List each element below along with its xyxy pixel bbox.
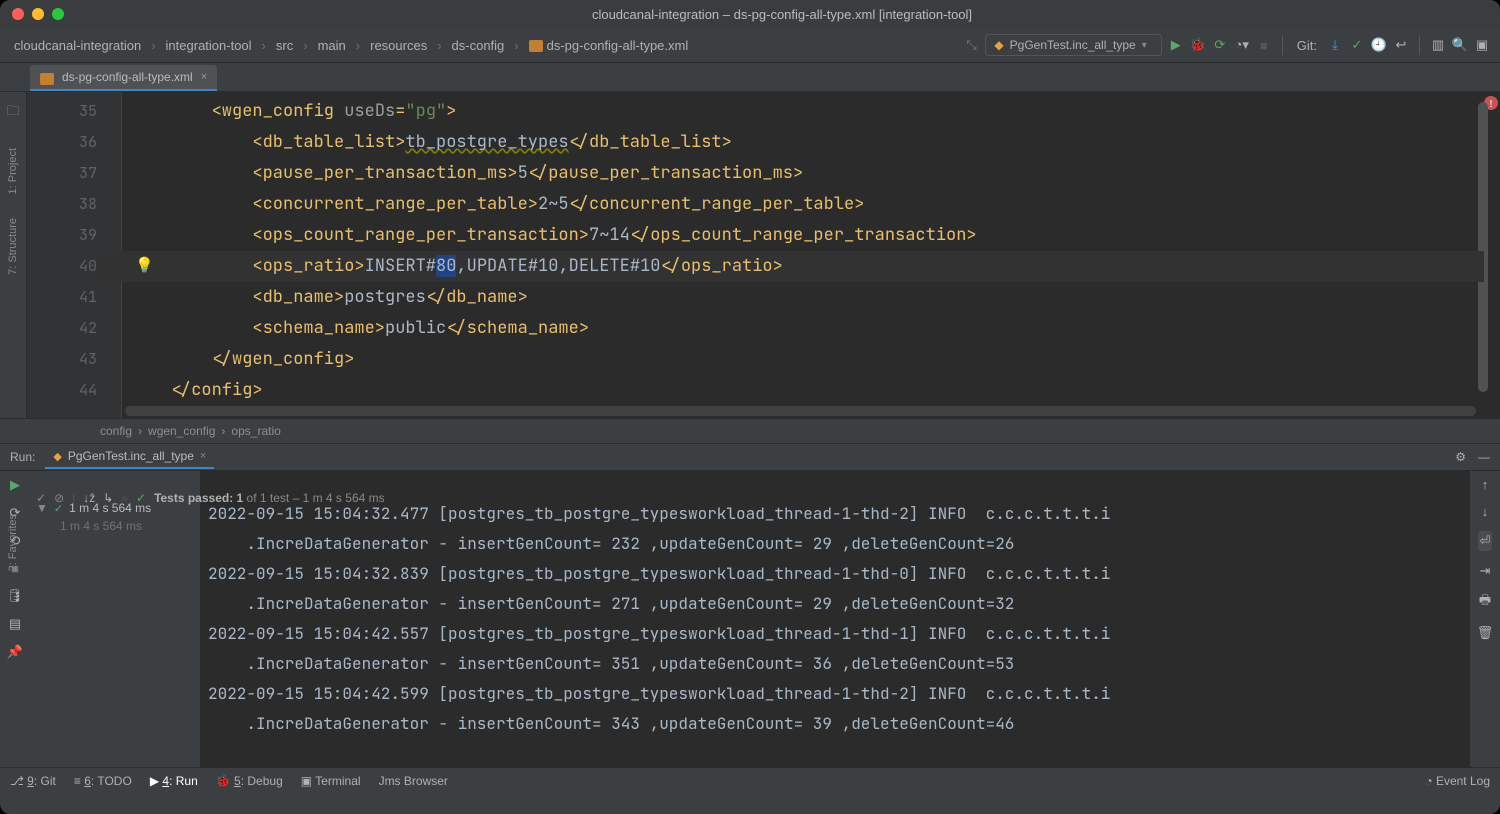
structure-crumb[interactable]: wgen_config (148, 424, 215, 438)
sort-icon[interactable]: ↓ẑ (83, 491, 95, 505)
stop-button[interactable]: ■ (1256, 37, 1272, 53)
soft-wrap-icon[interactable]: ⏎ (1478, 531, 1493, 551)
editor-area: 🗀 1: Project 7: Structure ! 353637383940… (0, 92, 1500, 418)
editor-tab[interactable]: ds-pg-config-all-type.xml × (30, 65, 217, 91)
test-toolbar: ✓ ⊘ | ↓ẑ ↳ » ✓ Tests passed: 1 of 1 test… (32, 485, 1236, 511)
vcs-revert-icon[interactable]: ↩ (1393, 37, 1409, 53)
run-toolwindow-header: Run: ◆ PgGenTest.inc_all_type × ⚙ — (0, 443, 1500, 470)
hammer-build-icon[interactable]: ⤡ (963, 37, 979, 53)
test-child-row[interactable]: 1 m 4 s 564 ms (30, 517, 200, 535)
debug-button[interactable]: 🐞 (1190, 37, 1206, 53)
test-tree[interactable]: ✓ ⊘ | ↓ẑ ↳ » ✓ Tests passed: 1 of 1 test… (30, 471, 200, 767)
run-settings-icon[interactable]: ⚙ (1455, 450, 1466, 464)
status-debug-button[interactable]: 🐞 5: Debug (216, 774, 283, 788)
test-icon: ◆ (994, 38, 1003, 52)
close-tab-icon[interactable]: × (197, 71, 207, 83)
print-icon[interactable]: 🖶 (1479, 591, 1491, 613)
structure-crumb[interactable]: ops_ratio (231, 424, 280, 438)
close-window-button[interactable] (12, 8, 24, 20)
run-toolwindow: ▶ ⟳ ⟲ ■ 🛢 ▤ 📌 ✓ ⊘ | ↓ẑ ↳ » ✓ Tests passe… (0, 470, 1500, 767)
main-toolbar: cloudcanal-integration › integration-tool… (0, 28, 1500, 63)
zoom-window-button[interactable] (52, 8, 64, 20)
settings-icon[interactable]: ▣ (1474, 37, 1490, 53)
status-todo-button[interactable]: ≡ 6: TODO (74, 774, 132, 788)
window-controls (12, 8, 64, 20)
test-icon: ◆ (53, 450, 61, 463)
run-configuration-label: PgGenTest.inc_all_type (1010, 38, 1136, 52)
code-content[interactable]: <wgen_config useDs="pg"> <db_table_list>… (122, 92, 1500, 418)
close-run-tab-icon[interactable]: × (200, 450, 206, 462)
search-everywhere-icon[interactable]: 🔍 (1452, 37, 1468, 53)
run-right-iconbar: ↑ ↓ ⏎ ⇥ 🖶 🗑 (1470, 471, 1500, 767)
vcs-history-icon[interactable]: 🕘 (1371, 37, 1387, 53)
coverage-button[interactable]: ⟳ (1212, 37, 1228, 53)
folder-icon[interactable]: 🗀 (6, 102, 19, 124)
breadcrumb-item[interactable]: integration-tool (162, 38, 256, 53)
intention-bulb-icon[interactable]: 💡 (135, 255, 154, 275)
breadcrumb-sep: › (149, 38, 157, 53)
vcs-commit-icon[interactable]: ✓ (1349, 37, 1365, 53)
run-tab-label: PgGenTest.inc_all_type (68, 449, 194, 463)
editor-tab-label: ds-pg-config-all-type.xml (62, 70, 193, 84)
breadcrumb-file[interactable]: ds-pg-config-all-type.xml (525, 38, 693, 53)
breadcrumb-item[interactable]: resources (366, 38, 431, 53)
tests-passed-check-icon: ✓ (136, 491, 146, 505)
xml-file-icon (40, 73, 54, 85)
scroll-up-icon[interactable]: ↑ (1482, 477, 1489, 492)
show-ignored-icon[interactable]: ⊘ (54, 491, 64, 505)
titlebar: cloudcanal-integration – ds-pg-config-al… (0, 0, 1500, 28)
event-log-button[interactable]: ◔ Event Log (1425, 774, 1490, 788)
xml-file-icon (529, 40, 543, 52)
status-run-button[interactable]: ▶ 4: Run (150, 774, 198, 788)
toolbox-icon[interactable]: ▥ (1430, 37, 1446, 53)
minimize-window-button[interactable] (32, 8, 44, 20)
left-tool-rail: 🗀 1: Project 7: Structure (0, 92, 27, 418)
breadcrumb-item[interactable]: src (272, 38, 297, 53)
show-passed-icon[interactable]: ✓ (36, 491, 46, 505)
rerun-button[interactable]: ▶ (10, 477, 20, 493)
run-label: Run: (10, 450, 35, 464)
run-configuration-dropdown[interactable]: ◆ PgGenTest.inc_all_type (985, 34, 1161, 56)
code-editor[interactable]: ! 35363738394041424344 <wgen_config useD… (27, 92, 1500, 418)
breadcrumb-item[interactable]: cloudcanal-integration (10, 38, 145, 53)
status-jms-button[interactable]: Jms Browser (379, 774, 448, 788)
run-tab[interactable]: ◆ PgGenTest.inc_all_type × (45, 445, 214, 469)
horizontal-scrollbar[interactable] (125, 406, 1476, 416)
statusbar: ⎇ 9: Git ≡ 6: TODO ▶ 4: Run 🐞 5: Debug ▣… (0, 767, 1500, 794)
vcs-update-icon[interactable]: ⤓ (1327, 37, 1343, 53)
window-title: cloudcanal-integration – ds-pg-config-al… (76, 7, 1488, 22)
git-label: Git: (1293, 38, 1321, 53)
structure-tool-button[interactable]: 7: Structure (7, 218, 19, 275)
scroll-down-icon[interactable]: ↓ (1482, 504, 1489, 519)
project-tool-button[interactable]: 1: Project (7, 148, 19, 194)
breadcrumb-item[interactable]: ds-config (448, 38, 509, 53)
console-output[interactable]: 2022-09-15 15:04:32.477 [postgres_tb_pos… (200, 471, 1470, 767)
scroll-to-end-icon[interactable]: ⇥ (1480, 563, 1491, 579)
expand-icon[interactable]: ↳ (103, 491, 113, 505)
profiler-button[interactable]: ◔▾ (1234, 37, 1250, 53)
structure-crumb[interactable]: config (100, 424, 132, 438)
run-minimize-icon[interactable]: — (1478, 450, 1490, 464)
structure-breadcrumbs: config› wgen_config› ops_ratio (0, 418, 1500, 443)
clear-icon[interactable]: 🗑 (1477, 625, 1494, 641)
status-terminal-button[interactable]: ▣ Terminal (301, 774, 361, 788)
breadcrumb-item[interactable]: main (314, 38, 350, 53)
tests-passed-label: Tests passed: 1 of 1 test – 1 m 4 s 564 … (154, 491, 385, 505)
favorites-tool-button[interactable]: 2: Favorites (7, 514, 19, 571)
ide-window: cloudcanal-integration – ds-pg-config-al… (0, 0, 1500, 814)
left-lower-rail: 2: Favorites (0, 508, 26, 794)
editor-tabbar: ds-pg-config-all-type.xml × (0, 63, 1500, 92)
run-button[interactable]: ▶ (1168, 37, 1184, 53)
